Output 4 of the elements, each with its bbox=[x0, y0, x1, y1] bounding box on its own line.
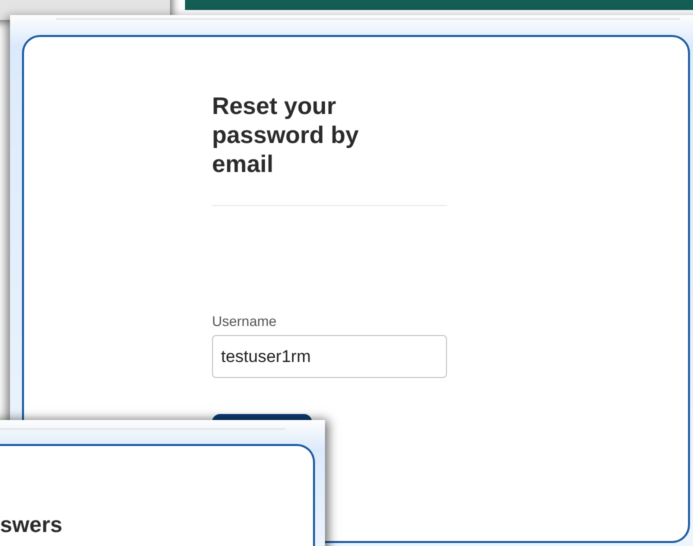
front-heading: swers bbox=[0, 512, 64, 538]
username-field[interactable]: testuser1rm bbox=[212, 335, 447, 378]
reset-title: Reset your password by email bbox=[212, 92, 360, 179]
username-label: Username bbox=[212, 313, 278, 329]
